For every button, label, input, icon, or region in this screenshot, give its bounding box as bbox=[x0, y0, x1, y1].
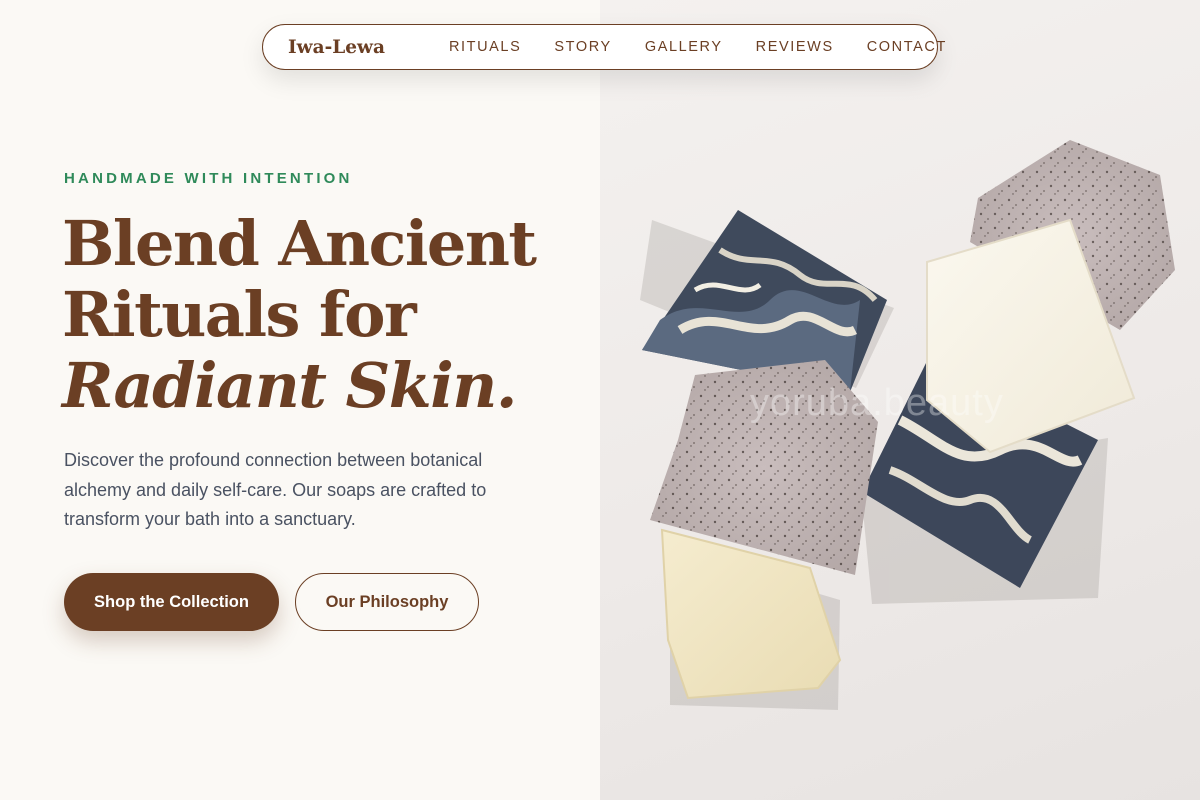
nav-link-story[interactable]: STORY bbox=[554, 39, 611, 55]
hero-headline: Blend Ancient Rituals for Radiant Skin. bbox=[62, 208, 582, 421]
hero-description: Discover the profound connection between… bbox=[64, 450, 487, 529]
main-navbar: Iwa-Lewa RITUALS STORY GALLERY REVIEWS C… bbox=[262, 24, 945, 70]
headline-line-3: Radiant Skin. bbox=[62, 349, 517, 422]
nav-link-contact[interactable]: CONTACT bbox=[867, 39, 947, 55]
headline-line-2: Rituals for bbox=[62, 278, 417, 351]
nav-link-rituals[interactable]: RITUALS bbox=[449, 39, 521, 55]
nav-links: RITUALS STORY GALLERY REVIEWS CONTACT bbox=[449, 39, 947, 55]
nav-link-reviews[interactable]: REVIEWS bbox=[756, 39, 834, 55]
hero-image: yoruba.beauty bbox=[600, 0, 1200, 800]
headline-line-1: Blend Ancient bbox=[62, 207, 537, 280]
hero-eyebrow: HANDMADE WITH INTENTION bbox=[64, 170, 353, 187]
hero-content: HANDMADE WITH INTENTION Blend Ancient Ri… bbox=[0, 0, 600, 800]
image-watermark: yoruba.beauty bbox=[750, 382, 1004, 424]
nav-link-gallery[interactable]: GALLERY bbox=[645, 39, 723, 55]
our-philosophy-button[interactable]: Our Philosophy bbox=[295, 573, 479, 631]
brand-logo[interactable]: Iwa-Lewa bbox=[288, 37, 385, 58]
shop-collection-button[interactable]: Shop the Collection bbox=[64, 573, 279, 631]
